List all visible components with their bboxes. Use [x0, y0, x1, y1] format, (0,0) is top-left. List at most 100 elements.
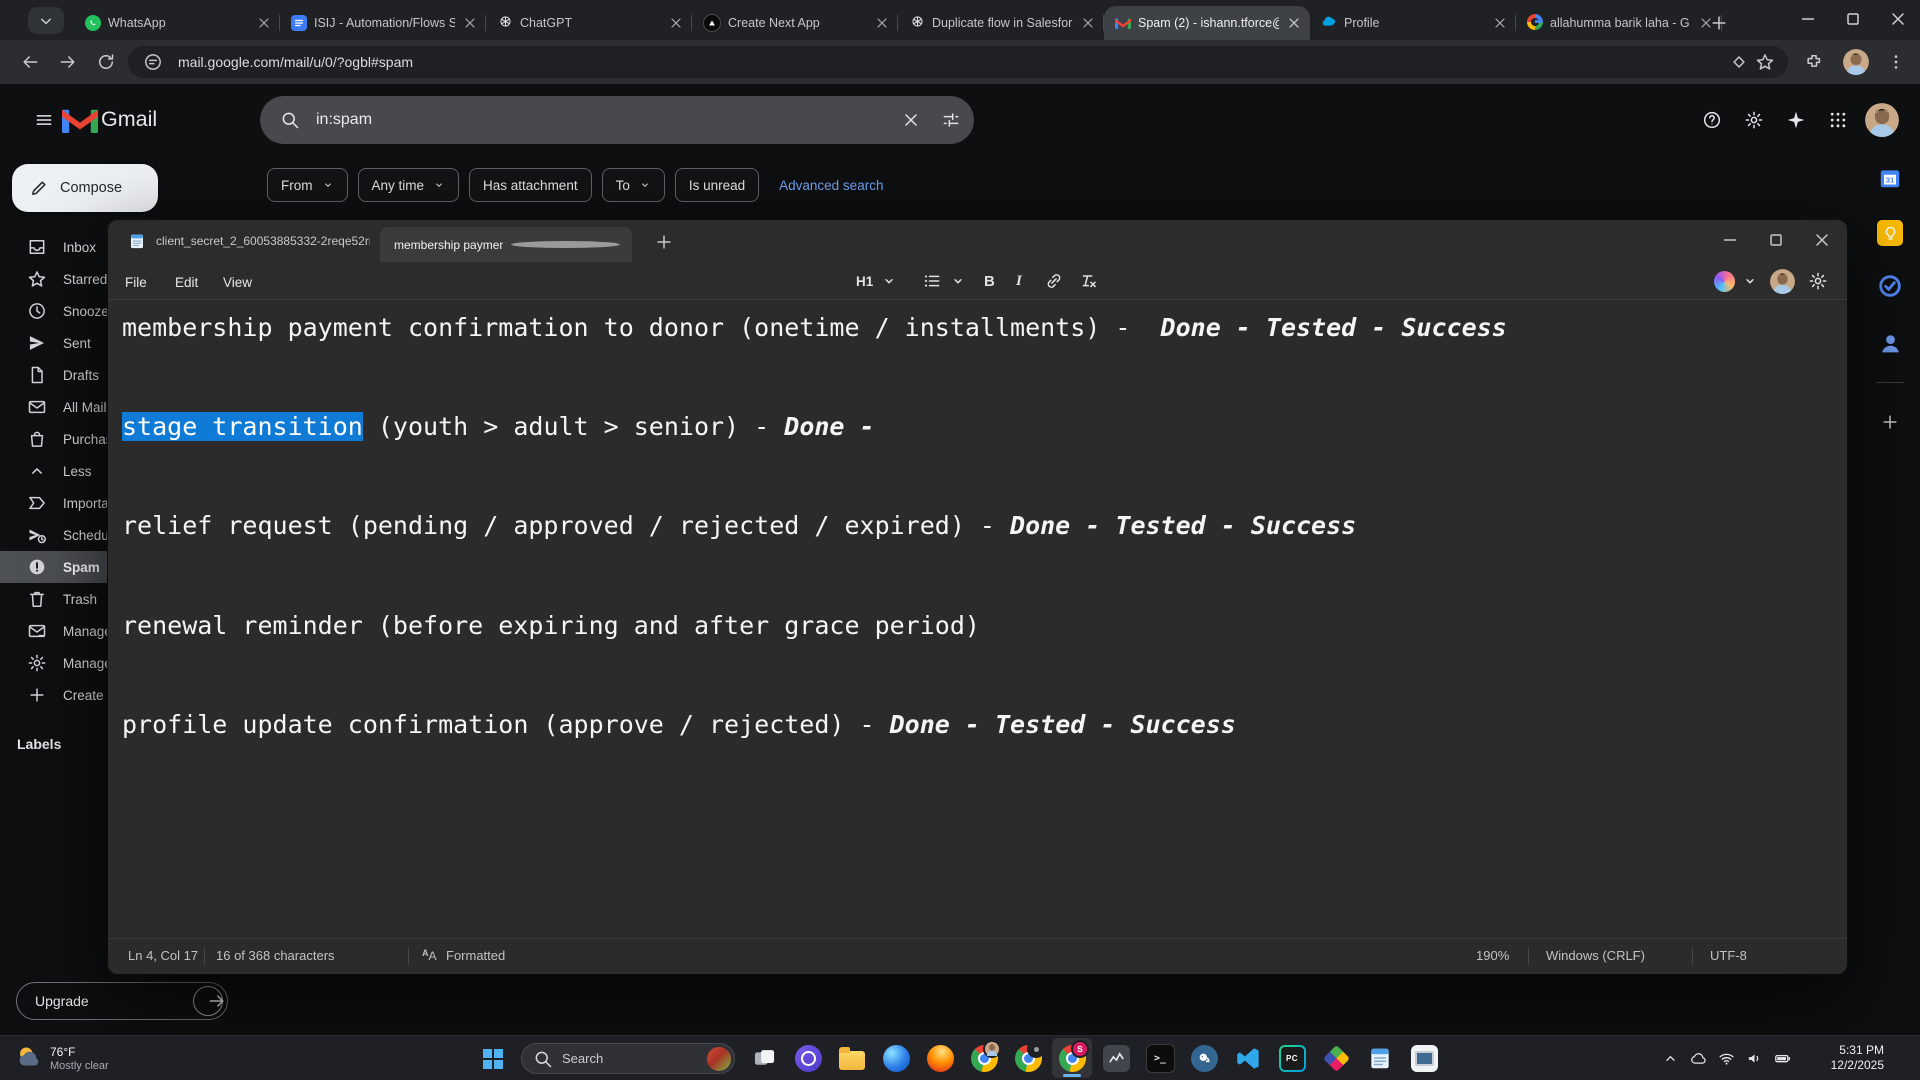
upgrade-button[interactable]: Upgrade: [16, 982, 228, 1020]
tab-close-button[interactable]: [1080, 15, 1096, 31]
browser-tab-duplicate-flow-in-salesfor[interactable]: Duplicate flow in Salesfor: [898, 6, 1104, 40]
search-options-button[interactable]: [934, 103, 968, 137]
search-input[interactable]: in:spam: [316, 111, 894, 129]
filter-chip-from[interactable]: From: [267, 168, 348, 202]
back-button[interactable]: [16, 48, 44, 76]
taskbar-app-vscode-icon[interactable]: [1228, 1038, 1268, 1078]
side-panel-calendar-button[interactable]: 31: [1872, 162, 1908, 198]
tab-close-button[interactable]: [1492, 15, 1508, 31]
side-panel-keep-button[interactable]: [1872, 215, 1908, 251]
menu-view[interactable]: View: [214, 270, 261, 294]
notepad-editor[interactable]: membership payment confirmation to donor…: [108, 301, 1847, 938]
side-panel-tasks-button[interactable]: [1872, 270, 1908, 306]
notepad-settings-button[interactable]: [1808, 269, 1828, 293]
filter-chip-to[interactable]: To: [601, 168, 665, 202]
browser-tab-whatsapp[interactable]: WhatsApp: [74, 6, 280, 40]
filter-chip-is-unread[interactable]: Is unread: [674, 168, 760, 202]
filter-chip-any-time[interactable]: Any time: [357, 168, 460, 202]
start-button[interactable]: [476, 1042, 510, 1076]
heading-style-button[interactable]: H1: [856, 269, 899, 293]
site-info-button[interactable]: [140, 49, 166, 75]
gmail-search-bar[interactable]: in:spam: [260, 96, 974, 144]
tray-battery-icon[interactable]: [1774, 1050, 1791, 1067]
clear-formatting-button[interactable]: [1078, 269, 1098, 293]
support-button[interactable]: [1694, 102, 1730, 138]
maximize-button[interactable]: [1830, 0, 1875, 38]
taskbar-app-video-app-icon[interactable]: [788, 1038, 828, 1078]
tray-chevron-up-icon[interactable]: [1662, 1050, 1679, 1067]
insert-link-button[interactable]: [1044, 269, 1064, 293]
taskbar-app-edge-icon[interactable]: [876, 1038, 916, 1078]
browser-profile-button[interactable]: [1842, 48, 1870, 76]
minimize-button[interactable]: [1785, 0, 1830, 38]
browser-tab-create-next-app[interactable]: Create Next App: [692, 6, 898, 40]
taskbar-app-screen-capture-icon[interactable]: [1404, 1038, 1444, 1078]
tab-close-button[interactable]: [668, 15, 684, 31]
taskbar-app-file-explorer-icon[interactable]: [832, 1038, 872, 1078]
extensions-button[interactable]: [1800, 48, 1828, 76]
taskbar-app-jetbrains-toolbox-icon[interactable]: [1316, 1038, 1356, 1078]
reading-mode-button[interactable]: [1726, 49, 1752, 75]
browser-menu-button[interactable]: [1882, 48, 1910, 76]
browser-tab-profile[interactable]: Profile: [1310, 6, 1516, 40]
taskbar-app-chrome-1-icon[interactable]: [964, 1038, 1004, 1078]
new-tab-button[interactable]: [1706, 10, 1732, 36]
address-bar[interactable]: mail.google.com/mail/u/0/?ogbl#spam: [128, 46, 1788, 78]
taskbar-app-firefox-icon[interactable]: [920, 1038, 960, 1078]
notepad-tab-client-secret[interactable]: client_secret_2_60053885332-2reqe52rrib: [156, 220, 370, 262]
reload-button[interactable]: [92, 48, 120, 76]
tab-close-button[interactable]: [462, 15, 478, 31]
notepad-titlebar[interactable]: client_secret_2_60053885332-2reqe52rrib …: [108, 220, 1847, 262]
list-style-button[interactable]: [922, 269, 968, 293]
menu-file[interactable]: File: [116, 270, 156, 294]
account-button[interactable]: [1864, 102, 1900, 138]
notepad-new-tab-button[interactable]: [652, 230, 676, 254]
taskbar-app-postgresql-icon[interactable]: [1184, 1038, 1224, 1078]
notepad-close-button[interactable]: [1800, 224, 1844, 256]
tray-volume-icon[interactable]: [1746, 1050, 1763, 1067]
notepad-maximize-button[interactable]: [1754, 224, 1798, 256]
clock-widget[interactable]: 5:31 PM 12/2/2025: [1831, 1043, 1884, 1073]
forward-button[interactable]: [54, 48, 82, 76]
browser-tab-allahumma-barik-laha-g[interactable]: allahumma barik laha - G: [1516, 6, 1722, 40]
encoding[interactable]: UTF-8: [1710, 948, 1747, 963]
filter-chip-has-attachment[interactable]: Has attachment: [469, 168, 592, 202]
upgrade-arrow-button[interactable]: [193, 986, 224, 1016]
taskbar-app-notepad-icon[interactable]: [1360, 1038, 1400, 1078]
notepad-account-button[interactable]: [1770, 268, 1795, 294]
gemini-button[interactable]: [1778, 102, 1814, 138]
taskbar-app-task-view-icon[interactable]: [744, 1038, 784, 1078]
bold-button[interactable]: B: [984, 269, 995, 293]
notepad-tab-membership-active[interactable]: membership payment confirmation: [380, 227, 632, 262]
taskbar-search[interactable]: Search: [521, 1043, 735, 1074]
menu-edit[interactable]: Edit: [166, 270, 207, 294]
browser-tab-chatgpt[interactable]: ChatGPT: [486, 6, 692, 40]
advanced-search-link[interactable]: Advanced search: [779, 178, 883, 193]
taskbar-app-chrome-2-icon[interactable]: [1008, 1038, 1048, 1078]
tab-close-button[interactable]: [1286, 15, 1302, 31]
taskbar-app-pycharm-icon[interactable]: PC: [1272, 1038, 1312, 1078]
google-apps-button[interactable]: [1820, 102, 1856, 138]
browser-tab-spam-2-ishann-tforce[interactable]: Spam (2) - ishann.tforce@: [1104, 6, 1310, 40]
tray-wifi-icon[interactable]: [1718, 1050, 1735, 1067]
close-button[interactable]: [1875, 0, 1920, 38]
weather-widget[interactable]: 76°F Mostly clear: [6, 1040, 118, 1077]
line-ending[interactable]: Windows (CRLF): [1546, 948, 1645, 963]
taskbar-app-system-monitor-icon[interactable]: [1096, 1038, 1136, 1078]
settings-button[interactable]: [1736, 102, 1772, 138]
notepad-minimize-button[interactable]: [1708, 224, 1752, 256]
tab-search-button[interactable]: [28, 7, 64, 34]
bookmark-button[interactable]: [1752, 49, 1778, 75]
side-panel-contacts-button[interactable]: [1872, 328, 1908, 364]
side-panel-add-button[interactable]: [1872, 404, 1908, 440]
zoom-level[interactable]: 190%: [1476, 948, 1509, 963]
browser-tab-isij-automation-flows-s[interactable]: ISIJ - Automation/Flows S: [280, 6, 486, 40]
main-menu-button[interactable]: [26, 102, 62, 138]
taskbar-app-chrome-3-icon[interactable]: S: [1052, 1038, 1092, 1078]
clear-search-button[interactable]: [894, 103, 928, 137]
tray-cloud-icon[interactable]: [1690, 1050, 1707, 1067]
italic-button[interactable]: I: [1016, 269, 1022, 293]
copilot-button[interactable]: [1714, 269, 1760, 293]
compose-button[interactable]: Compose: [12, 164, 158, 212]
tab-close-button[interactable]: [256, 15, 272, 31]
